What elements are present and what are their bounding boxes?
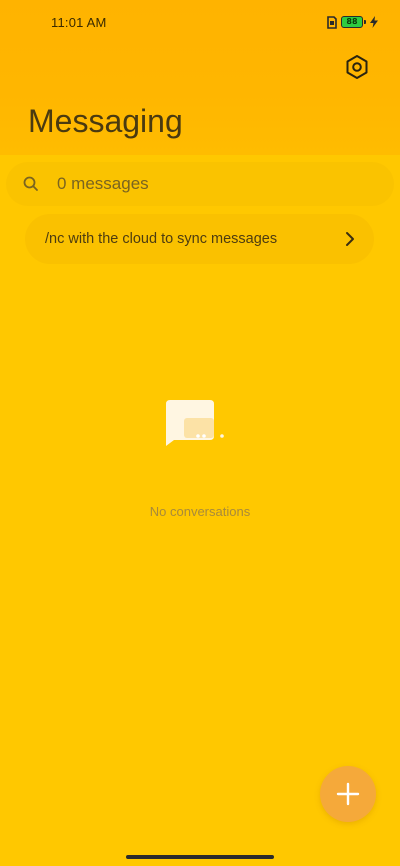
- settings-icon[interactable]: [344, 54, 370, 80]
- page-title: Messaging: [28, 103, 183, 139]
- empty-state-text: No conversations: [149, 504, 251, 519]
- status-bar: 11:01 AM 88: [0, 0, 400, 44]
- search-icon: [22, 175, 40, 193]
- charging-icon: [370, 16, 378, 28]
- battery-icon: 88: [341, 16, 366, 28]
- status-time: 11:01 AM: [51, 15, 107, 30]
- sim-icon: [327, 15, 337, 29]
- empty-conversations-icon: [160, 398, 232, 448]
- sync-banner[interactable]: /nc with the cloud to sync messages: [25, 214, 374, 264]
- search-input[interactable]: [57, 174, 357, 194]
- sync-banner-text: /nc with the cloud to sync messages: [45, 231, 278, 247]
- new-message-button[interactable]: [320, 766, 376, 822]
- plus-icon: [336, 782, 360, 806]
- status-icons: 88: [327, 14, 378, 30]
- search-bar[interactable]: [6, 162, 394, 206]
- home-indicator[interactable]: [126, 855, 274, 859]
- chevron-right-icon: [344, 231, 356, 247]
